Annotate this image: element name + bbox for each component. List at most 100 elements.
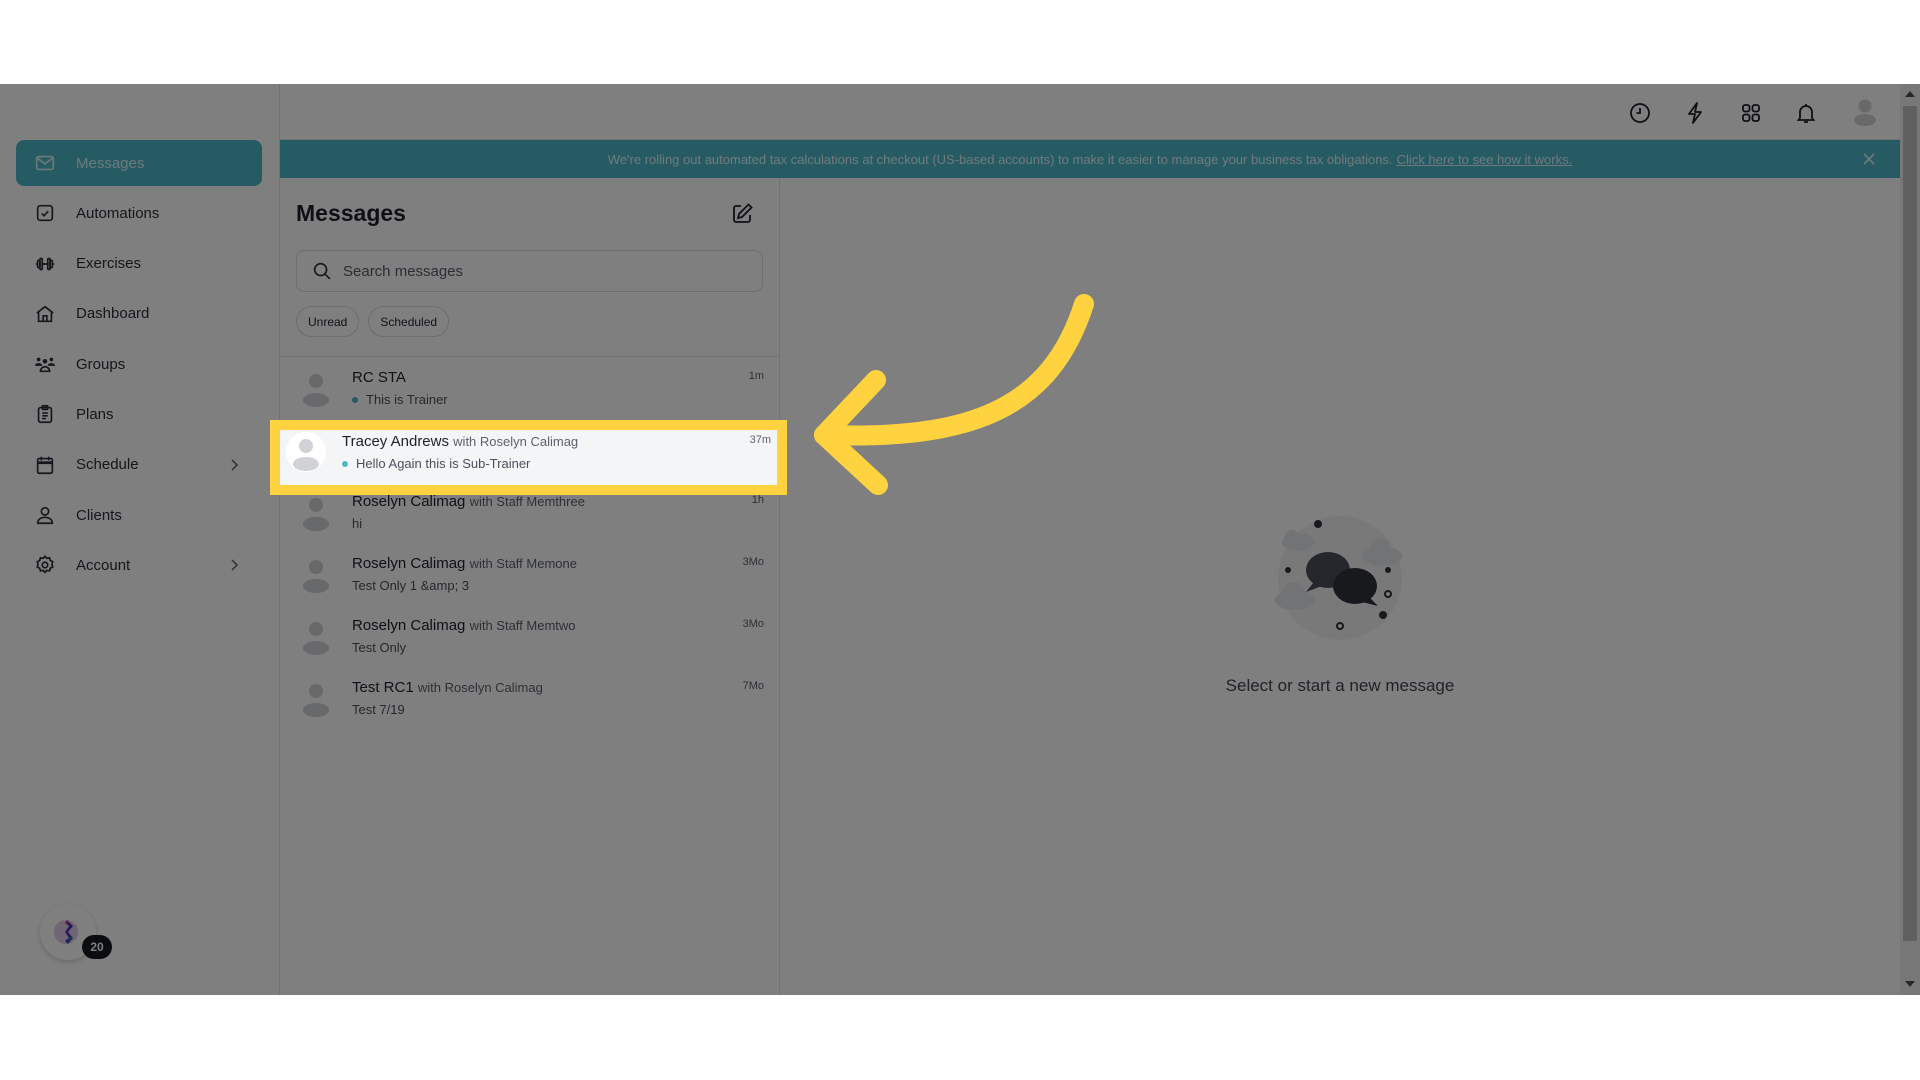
page-scrollbar[interactable] [1900, 84, 1920, 995]
sidebar-item-clients[interactable]: Clients [16, 492, 262, 538]
thread-time: 1h [751, 494, 764, 506]
sidebar-item-label: Dashboard [76, 305, 150, 323]
gear-icon [34, 554, 56, 576]
search-box [296, 250, 763, 292]
home-icon [34, 303, 56, 325]
thread-preview: Test 7/19 [352, 702, 405, 717]
history-button[interactable] [1627, 100, 1653, 126]
thread-name: Test RC1 [352, 679, 414, 696]
sidebar-nav: Messages Automations Exercises Dashboard [16, 140, 262, 593]
user-icon [34, 504, 56, 526]
chat-bubbles-illustration [1275, 516, 1402, 640]
thread-with: with Staff Memtwo [469, 618, 576, 633]
dumbbell-icon [34, 253, 56, 275]
scrollbar-thumb[interactable] [1903, 106, 1917, 941]
thread-name: Roselyn Calimag [352, 617, 466, 634]
thread-with: with Roselyn Calimag [417, 680, 543, 695]
unread-dot [352, 396, 358, 403]
filter-unread[interactable]: Unread [296, 306, 360, 337]
thread-row[interactable]: Test RC1 with Roselyn Calimag Test 7/19 … [280, 670, 780, 732]
sidebar-item-exercises[interactable]: Exercises [16, 241, 262, 287]
avatar [303, 684, 329, 717]
user-avatar-icon [1854, 99, 1876, 126]
thread-row[interactable]: RC STA This is Trainer 1m [280, 360, 780, 422]
thread-name: Tracey Andrews [342, 433, 449, 450]
sidebar-item-label: Exercises [76, 255, 142, 273]
avatar [286, 432, 326, 472]
sidebar-item-dashboard[interactable]: Dashboard [16, 291, 262, 337]
thread-time: 7Mo [742, 680, 764, 692]
thread-name: Roselyn Calimag [352, 493, 466, 510]
thread-time: 3Mo [742, 618, 764, 630]
scroll-down-arrow-icon[interactable] [1905, 981, 1915, 987]
banner-link[interactable]: Click here to see how it works. [1397, 152, 1573, 167]
notifications-button[interactable] [1793, 100, 1819, 126]
thread-preview: hi [352, 516, 363, 531]
calendar-icon [34, 454, 56, 476]
avatar [303, 560, 329, 593]
app-window: Messages Automations Exercises Dashboard [0, 84, 1920, 995]
sidebar-item-account[interactable]: Account [16, 542, 262, 588]
thread-time: 3Mo [742, 556, 764, 568]
avatar [303, 498, 329, 531]
brand-logo-icon [54, 920, 78, 944]
profile-avatar-button[interactable] [1850, 97, 1880, 127]
filter-scheduled[interactable]: Scheduled [368, 306, 450, 337]
thread-with: with Staff Memthree [469, 494, 585, 509]
thread-row[interactable]: Roselyn Calimag with Staff Memone Test O… [280, 546, 780, 608]
thread-preview: Hello Again this is Sub-Trainer [356, 456, 531, 471]
compose-button[interactable] [730, 202, 756, 228]
page-title: Messages [296, 200, 406, 226]
thread-preview: This is Trainer [366, 392, 448, 407]
sidebar-item-schedule[interactable]: Schedule [16, 442, 262, 488]
sidebar: Messages Automations Exercises Dashboard [0, 84, 280, 995]
thread-list: RC STA This is Trainer 1m Tracey Andrews… [280, 360, 780, 732]
banner-text: We're rolling out automated tax calculat… [607, 151, 1393, 167]
thread-row[interactable]: Roselyn Calimag with Staff Memtwo Test O… [280, 608, 780, 670]
unread-dot [342, 460, 348, 467]
thread-time: 37m [749, 434, 771, 446]
sidebar-item-label: Automations [76, 204, 160, 222]
compose-icon [733, 203, 753, 223]
checkbox-icon [34, 202, 56, 224]
search-icon [313, 262, 331, 280]
clipboard-icon [34, 403, 56, 425]
sidebar-item-label: Schedule [76, 456, 139, 474]
sidebar-item-label: Clients [76, 506, 122, 524]
close-icon[interactable] [1860, 150, 1878, 168]
announcement-banner: We're rolling out automated tax calculat… [280, 140, 1900, 178]
chevron-right-icon [231, 459, 239, 471]
thread-name: Roselyn Calimag [352, 555, 466, 572]
thread-time: 1m [748, 370, 764, 382]
conversation-pane: Select or start a new message [780, 178, 1900, 995]
apps-button[interactable] [1738, 100, 1764, 126]
notification-count-badge: 20 [82, 935, 112, 959]
sidebar-item-plans[interactable]: Plans [16, 391, 262, 437]
sidebar-item-label: Account [76, 556, 131, 574]
sidebar-item-label: Plans [76, 405, 114, 423]
scroll-up-arrow-icon[interactable] [1905, 91, 1915, 97]
envelope-icon [34, 152, 56, 174]
clock-icon [1630, 103, 1650, 123]
thread-preview: Test Only 1 &amp; 3 [352, 578, 470, 593]
lightning-icon [1688, 102, 1702, 124]
message-list-panel: Messages Unread Scheduled RC STA This is… [280, 178, 780, 995]
users-icon [34, 353, 56, 375]
sidebar-item-messages[interactable]: Messages [16, 140, 262, 186]
thread-with: with Staff Memone [469, 556, 577, 571]
thread-name: RC STA [352, 369, 406, 386]
sidebar-item-label: Groups [76, 355, 126, 373]
empty-state-text: Select or start a new message [1225, 676, 1455, 695]
sidebar-item-groups[interactable]: Groups [16, 341, 262, 387]
chevron-right-icon [231, 559, 239, 571]
quick-actions-button[interactable] [1682, 100, 1708, 126]
sidebar-item-label: Messages [76, 154, 145, 172]
tutorial-highlight-thread[interactable]: Tracey Andrews with Roselyn Calimag Hell… [270, 420, 787, 495]
bell-icon [1796, 104, 1816, 123]
divider [280, 356, 780, 357]
thread-preview: Test Only [352, 640, 407, 655]
search-input[interactable] [343, 262, 743, 280]
sidebar-item-automations[interactable]: Automations [16, 190, 262, 236]
filter-chips: Unread Scheduled [296, 306, 450, 337]
thread-with: with Roselyn Calimag [453, 434, 579, 449]
